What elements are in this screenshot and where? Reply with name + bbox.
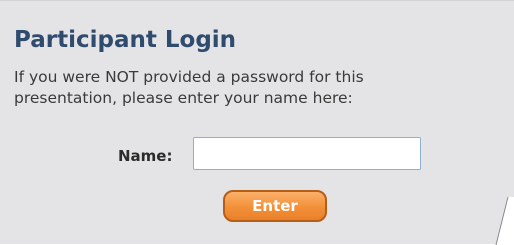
name-input[interactable] [193, 137, 421, 170]
login-instructions: If you were NOT provided a password for … [14, 67, 510, 109]
instruction-line: presentation, please enter your name her… [14, 89, 353, 107]
decorative-stripe [495, 196, 514, 245]
page-title: Participant Login [14, 27, 237, 53]
login-panel: Participant Login If you were NOT provid… [0, 0, 514, 245]
enter-button[interactable]: Enter [223, 190, 327, 222]
name-label: Name: [118, 147, 173, 165]
instruction-line: If you were NOT provided a password for … [14, 68, 364, 86]
